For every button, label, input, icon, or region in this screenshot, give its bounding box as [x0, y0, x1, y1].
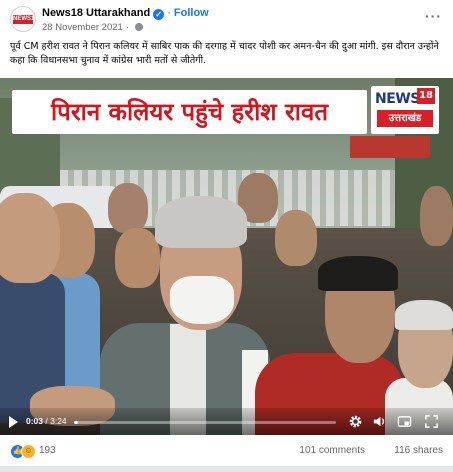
- crowd-person: [0, 193, 60, 283]
- page-avatar[interactable]: NEWS18: [10, 6, 36, 32]
- page-name-link[interactable]: News18 Uttarakhand: [42, 7, 150, 19]
- comments-count-link[interactable]: 101 comments: [299, 445, 365, 456]
- next-post-edge: [0, 466, 453, 472]
- page-name-row: News18 Uttarakhand ✓ · Follow: [42, 7, 209, 20]
- video-red-awning: [350, 136, 430, 158]
- post-stats-bar: 👍 ☺ 193 101 comments 116 shares: [10, 442, 443, 462]
- video-progress-bar[interactable]: [74, 421, 336, 424]
- date-separator-dot: ·: [125, 22, 129, 33]
- crowd-person: [108, 183, 148, 233]
- reaction-count[interactable]: 193: [39, 445, 56, 456]
- post-caption: पूर्व CM हरीश रावत ने पिरान कलियर में सा…: [10, 41, 439, 66]
- avatar-logo-text: NEWS18: [13, 15, 36, 24]
- globe-privacy-icon: [134, 23, 143, 31]
- volume-icon[interactable]: [372, 414, 387, 429]
- pip-icon[interactable]: [397, 414, 412, 429]
- crowd-person: [115, 228, 160, 288]
- haha-reaction-icon: ☺: [21, 444, 36, 459]
- separator-dot: ·: [167, 7, 171, 19]
- news18-channel-logo: NEWS 18 उत्तराखंड: [371, 86, 439, 134]
- banner-headline-text: पिरान कलियर पहुंचे हरीश रावत: [50, 98, 329, 126]
- crowd-person: [275, 210, 317, 266]
- right-person-hair: [318, 256, 398, 291]
- logo-news-text: NEWS: [375, 91, 420, 107]
- shares-count-link[interactable]: 116 shares: [394, 445, 443, 456]
- crowd-person: [420, 186, 453, 246]
- time-current: 0:03: [26, 416, 44, 426]
- face-mask: [170, 276, 234, 324]
- settings-gear-icon[interactable]: [348, 414, 363, 429]
- video-progress-fill: [74, 421, 78, 424]
- fullscreen-icon[interactable]: [424, 414, 439, 429]
- reaction-icons[interactable]: 👍 ☺: [10, 444, 38, 460]
- old-man-hair: [395, 300, 453, 330]
- video-controls-bar: 0:03 / 3:24: [0, 408, 453, 435]
- post-date-row: 28 November 2021 ·: [42, 22, 143, 33]
- follow-button[interactable]: Follow: [174, 7, 209, 19]
- video-headline-banner: पिरान कलियर पहुंचे हरीश रावत: [12, 90, 367, 134]
- facebook-post-card: NEWS18 News18 Uttarakhand ✓ · Follow 28 Nov…: [0, 0, 453, 472]
- time-total: 3:24: [50, 416, 67, 426]
- verified-badge-icon: ✓: [153, 9, 165, 20]
- play-icon[interactable]: [9, 416, 18, 428]
- logo-region: उत्तराखंड: [377, 110, 433, 127]
- video-time: 0:03 / 3:24: [26, 416, 67, 426]
- post-header: NEWS18 News18 Uttarakhand ✓ · Follow 28 Nov…: [10, 6, 450, 36]
- more-options-icon[interactable]: ···: [425, 8, 442, 24]
- post-date-link[interactable]: 28 November 2021: [42, 22, 123, 33]
- logo-number: 18: [417, 88, 435, 104]
- main-person-hair: [155, 196, 247, 248]
